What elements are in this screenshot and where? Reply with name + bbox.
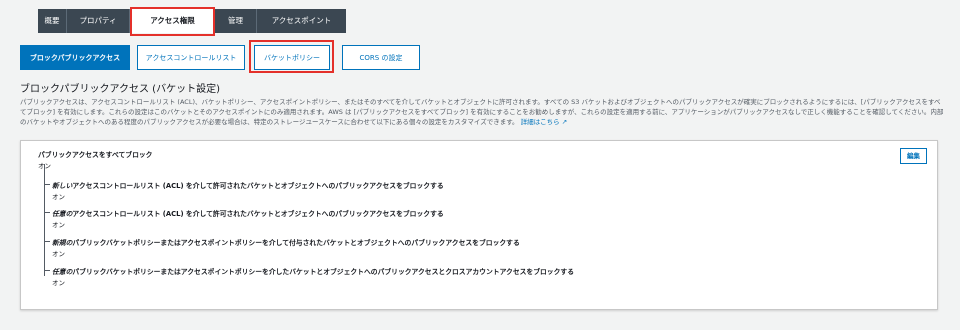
setting-value: オン [52,279,65,287]
subtab-block-public-access[interactable]: ブロックパブリックアクセス [20,45,130,70]
subtab-cors[interactable]: CORS の設定 [342,45,420,70]
section-title: ブロックパブリックアクセス (バケット設定) [20,84,220,95]
tree-branch [44,184,50,185]
setting-label-emphasis: 新規の [52,239,73,247]
setting-value: オン [52,221,65,229]
tab-properties[interactable]: プロパティ [67,9,130,33]
tree-branch [44,212,50,213]
edit-button[interactable]: 編集 [900,148,927,164]
tree-connector [44,164,45,276]
top-tab-bar: 概要 プロパティ アクセス権限 管理 アクセスポイント [38,9,346,33]
setting-label: 新しいアクセスコントロールリスト (ACL) を介して許可されたバケットとオブジ… [52,180,444,190]
tree-branch [44,270,50,271]
setting-label-rest: パブリックバケットポリシーまたはアクセスポイントポリシーを介して付与されたバケッ… [72,239,520,247]
block-public-access-panel: 編集 パブリックアクセスをすべてブロック オン 新しいアクセスコントロールリスト… [20,140,938,310]
tab-permissions[interactable]: アクセス権限 [130,9,215,33]
setting-label-emphasis: 新しい [52,182,73,190]
tree-branch [44,241,50,242]
setting-label: 新規のパブリックバケットポリシーまたはアクセスポイントポリシーを介して付与された… [52,237,520,247]
tab-overview[interactable]: 概要 [38,9,67,33]
setting-label-emphasis: 任意の [52,268,73,276]
subtab-acl[interactable]: アクセスコントロールリスト [137,45,245,70]
setting-block-all: パブリックアクセスをすべてブロック オン [38,149,152,170]
setting-label-rest: アクセスコントロールリスト (ACL) を介して許可されたバケットとオブジェクト… [72,182,444,190]
setting-label: パブリックアクセスをすべてブロック [38,151,153,159]
learn-more-link[interactable]: 詳細はこちら ↗ [521,118,568,126]
description-text: パブリックアクセスは、アクセスコントロールリスト (ACL)、バケットポリシー、… [20,98,944,126]
setting-label: 任意のアクセスコントロールリスト (ACL) を介して許可されたバケットとオブジ… [52,208,444,218]
setting-label: 任意のパブリックバケットポリシーまたはアクセスポイントポリシーを介したバケットと… [52,266,574,276]
setting-value: オン [38,162,51,170]
tab-access-points[interactable]: アクセスポイント [257,9,346,33]
subtab-bucket-policy[interactable]: バケットポリシー [254,45,330,70]
setting-value: オン [52,250,65,258]
setting-label-rest: アクセスコントロールリスト (ACL) を介して許可されたバケットとオブジェクト… [72,210,444,218]
setting-label-rest: パブリックバケットポリシーまたはアクセスポイントポリシーを介したバケットとオブジ… [72,268,574,276]
section-description: パブリックアクセスは、アクセスコントロールリスト (ACL)、バケットポリシー、… [20,97,945,127]
setting-value: オン [52,193,65,201]
tab-management[interactable]: 管理 [215,9,257,33]
setting-label-emphasis: 任意の [52,210,73,218]
